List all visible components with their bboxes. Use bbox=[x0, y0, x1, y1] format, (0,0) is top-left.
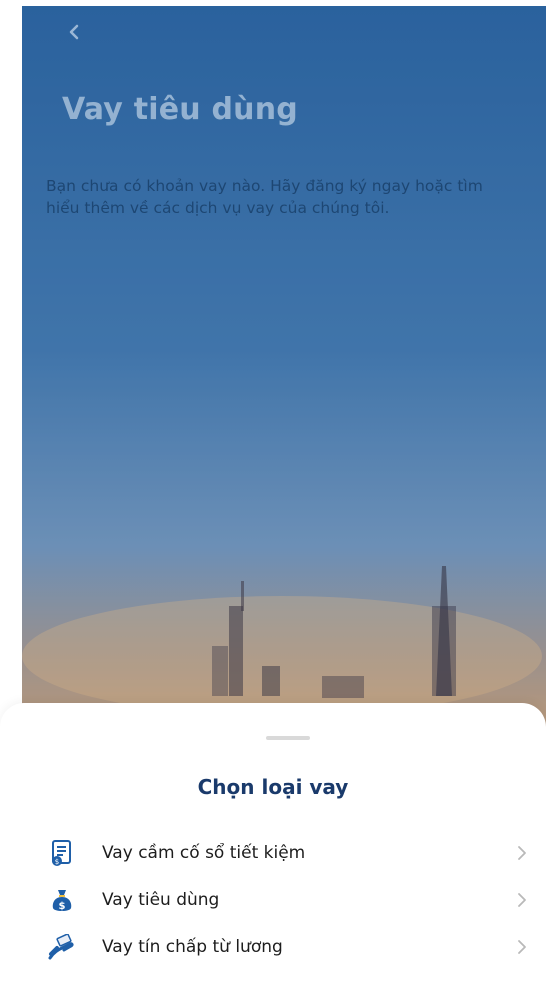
option-savings-pledge-loan[interactable]: $ Vay cầm cố sổ tiết kiệm bbox=[40, 831, 546, 875]
sheet-title: Chọn loại vay bbox=[197, 775, 349, 799]
chevron-left-icon bbox=[69, 24, 79, 40]
money-bag-icon: $ bbox=[48, 886, 76, 914]
hand-money-icon bbox=[48, 933, 76, 961]
option-label: Vay tiêu dùng bbox=[102, 890, 220, 910]
back-button[interactable] bbox=[62, 20, 86, 44]
chevron-right-icon bbox=[518, 893, 526, 907]
sheet-drag-handle[interactable] bbox=[266, 736, 310, 740]
loan-type-bottom-sheet: Chọn loại vay $ Vay cầm cố sổ tiết kiệm … bbox=[0, 703, 546, 989]
svg-text:$: $ bbox=[59, 901, 66, 912]
svg-text:$: $ bbox=[55, 858, 59, 866]
chevron-right-icon bbox=[518, 940, 526, 954]
chevron-right-icon bbox=[518, 846, 526, 860]
option-consumer-loan[interactable]: $ Vay tiêu dùng bbox=[40, 878, 546, 922]
page-title: Vay tiêu dùng bbox=[62, 92, 298, 127]
empty-state-description: Bạn chưa có khoản vay nào. Hãy đăng ký n… bbox=[46, 177, 483, 218]
savings-book-icon: $ bbox=[48, 839, 76, 867]
option-label: Vay cầm cố sổ tiết kiệm bbox=[102, 843, 306, 863]
option-salary-unsecured-loan[interactable]: Vay tín chấp từ lương bbox=[40, 925, 546, 969]
option-label: Vay tín chấp từ lương bbox=[102, 937, 283, 957]
